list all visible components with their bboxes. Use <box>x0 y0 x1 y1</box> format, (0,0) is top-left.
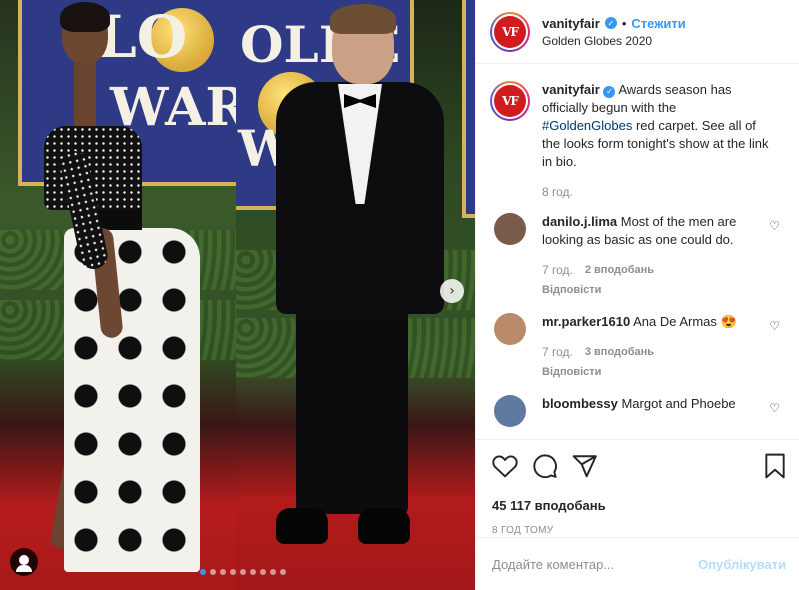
carousel-dot <box>250 569 256 575</box>
carousel-dot <box>210 569 216 575</box>
comment-item: bloombessy Margot and Phoebe ♡ <box>490 395 786 427</box>
comment-username-link[interactable]: danilo.j.lima <box>542 214 617 229</box>
man-hair <box>330 4 396 34</box>
comment-time[interactable]: 7 год. <box>542 261 573 279</box>
verified-badge-icon: ✓ <box>603 86 616 98</box>
bookmark-icon[interactable] <box>764 453 786 479</box>
vf-logo: VF <box>494 85 526 117</box>
comment-item: danilo.j.lima Most of the men are lookin… <box>490 213 786 299</box>
user-tag-icon[interactable] <box>10 548 38 576</box>
avatar[interactable]: VF <box>490 81 530 121</box>
backdrop-letters-bottom: WAR <box>110 77 236 138</box>
follow-button[interactable]: Стежити <box>631 16 685 31</box>
publish-button[interactable]: Опублікувати <box>698 557 786 572</box>
carousel-dot <box>240 569 246 575</box>
carousel-dot <box>220 569 226 575</box>
separator-dot: • <box>621 15 627 31</box>
post-actions: 45 117 вподобань 8 ГОД ТОМУ <box>476 439 799 536</box>
post-photo[interactable]: LO WAR OLDE WA › <box>0 0 475 590</box>
caption-text: vanityfair ✓ Awards season has officiall… <box>542 81 770 171</box>
comment-item: mr.parker1610 Ana De Armas 😍 7 год. 3 вп… <box>490 313 786 381</box>
carousel-dot <box>280 569 286 575</box>
reply-button[interactable]: Відповісти <box>542 281 766 299</box>
username-link[interactable]: vanityfair <box>542 16 600 31</box>
comments-list[interactable]: VF vanityfair ✓ Awards season has offici… <box>476 65 799 439</box>
comment-input[interactable] <box>492 556 699 572</box>
avatar[interactable] <box>494 313 526 345</box>
post-side-panel: VF vanityfair ✓ • Стежити Golden Globes … <box>475 0 799 590</box>
add-comment-form: Опублікувати <box>476 537 799 590</box>
golden-globes-backdrop <box>462 0 475 218</box>
carousel-dot <box>260 569 266 575</box>
heart-icon[interactable] <box>492 454 518 478</box>
location-link[interactable]: Golden Globes 2020 <box>542 34 686 48</box>
reply-button[interactable]: Відповісти <box>542 363 766 381</box>
posted-time[interactable]: 8 ГОД ТОМУ <box>492 525 786 536</box>
comment-text: Ana De Armas 😍 <box>630 314 737 329</box>
carousel-dot <box>270 569 276 575</box>
verified-badge-icon: ✓ <box>604 17 617 29</box>
comment-username-link[interactable]: mr.parker1610 <box>542 314 630 329</box>
caption-time[interactable]: 8 год. <box>542 185 786 199</box>
likes-count[interactable]: 45 117 вподобань <box>492 498 786 513</box>
carousel-dot <box>200 569 206 575</box>
chevron-right-icon[interactable]: › <box>440 279 464 303</box>
woman-skirt <box>64 228 200 572</box>
vf-logo: VF <box>494 15 526 48</box>
comment-username-link[interactable]: bloombessy <box>542 396 618 411</box>
avatar[interactable]: VF <box>490 11 530 52</box>
caption-username-link[interactable]: vanityfair <box>542 82 600 97</box>
man-trousers <box>296 300 408 514</box>
man-shoe <box>276 508 328 544</box>
comment-likes[interactable]: 3 вподобань <box>585 343 654 361</box>
woman-hair <box>60 2 110 32</box>
comment-text: Margot and Phoebe <box>617 396 736 411</box>
carousel-dot <box>230 569 236 575</box>
heart-icon[interactable]: ♡ <box>769 401 780 415</box>
heart-icon[interactable]: ♡ <box>769 319 780 333</box>
photo-left-half: LO WAR <box>0 0 236 590</box>
avatar[interactable] <box>494 395 526 427</box>
caption: VF vanityfair ✓ Awards season has offici… <box>490 81 786 171</box>
man-shoe <box>358 508 410 544</box>
comment-icon[interactable] <box>532 453 558 479</box>
hashtag-link[interactable]: #GoldenGlobes <box>542 118 632 133</box>
avatar[interactable] <box>494 213 526 245</box>
woman-neck <box>74 60 96 130</box>
comment-likes[interactable]: 2 вподобань <box>585 261 654 279</box>
share-icon[interactable] <box>572 454 598 478</box>
heart-icon[interactable]: ♡ <box>769 219 780 233</box>
post-header: VF vanityfair ✓ • Стежити Golden Globes … <box>476 0 799 64</box>
carousel-dots <box>200 569 286 575</box>
comment-time[interactable]: 7 год. <box>542 343 573 361</box>
